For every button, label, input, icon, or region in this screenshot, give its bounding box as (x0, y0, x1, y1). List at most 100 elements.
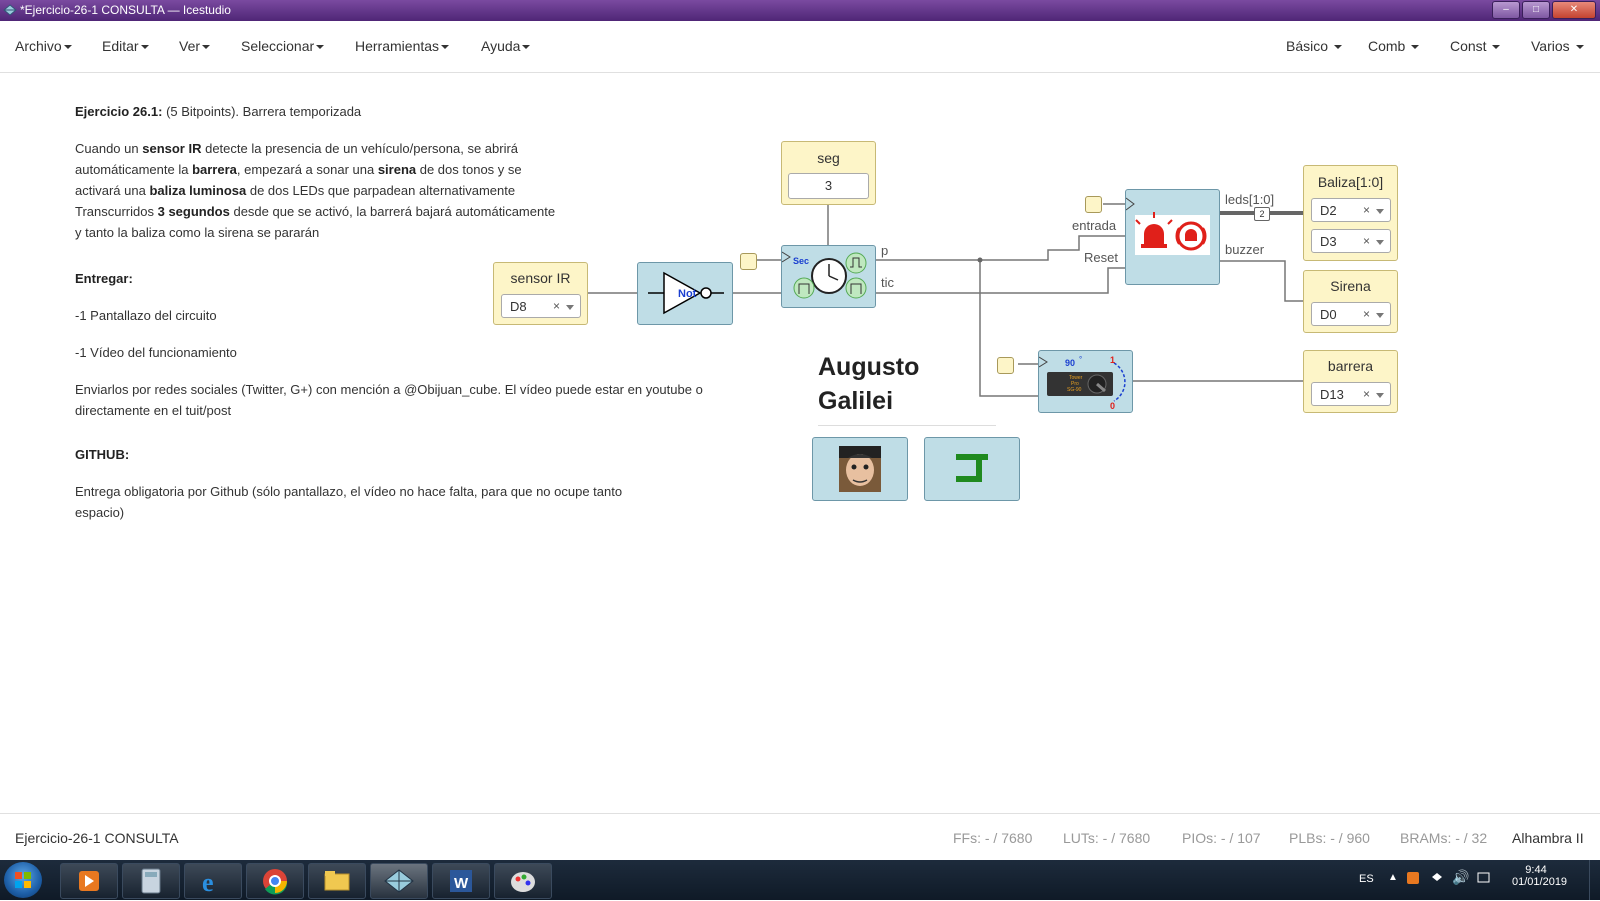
svg-text:0: 0 (1110, 401, 1115, 411)
alarm-out-buzzer-label: buzzer (1225, 242, 1265, 257)
bus-width-badge: 2 (1254, 207, 1270, 221)
wire-p-servo (979, 260, 1038, 397)
windows-taskbar: e W ES ▲ 🔊 9:44 01/01/2019 (0, 860, 1600, 900)
sirena-label: Sirena (1330, 278, 1371, 294)
logo-icon (956, 454, 988, 482)
pin-value: D8 (510, 299, 527, 314)
wires-layer (588, 203, 1303, 397)
servo-icon: 90 ° Tower Pro SG-90 1 0 (1039, 355, 1126, 411)
clear-icon[interactable]: × (1363, 234, 1370, 248)
timer-block[interactable]: Sec (781, 245, 876, 308)
author-last-name: Galilei (818, 387, 894, 415)
alarm-block[interactable] (1125, 189, 1220, 285)
luts-usage: LUTs: - / 7680 (1063, 830, 1151, 846)
author-photo-block[interactable] (812, 437, 908, 501)
word-icon[interactable]: W (432, 863, 490, 899)
project-name: Ejercicio-26-1 CONSULTA (15, 830, 179, 846)
pin-value: D3 (1320, 234, 1337, 249)
dropdown-arrow-icon (1376, 313, 1384, 318)
windows-logo-icon (15, 872, 31, 888)
wire-junction (977, 257, 983, 263)
output-barrera[interactable]: barrera D13 × (1303, 350, 1398, 413)
alarm-clock-note[interactable] (1085, 196, 1102, 213)
sensor-label: sensor IR (510, 270, 571, 286)
barrera-pin-select[interactable]: D13 × (1311, 382, 1391, 406)
clear-icon[interactable]: × (1363, 203, 1370, 217)
clear-icon[interactable]: × (553, 299, 560, 313)
svg-text:W: W (454, 875, 469, 892)
action-center-icon[interactable] (1476, 871, 1490, 888)
alarm-in-reset-label: Reset (1084, 250, 1118, 265)
pios-usage: PIOs: - / 107 (1182, 830, 1261, 846)
baliza-pin0-select[interactable]: D2 × (1311, 198, 1391, 222)
seg-value-input[interactable]: 3 (788, 173, 869, 199)
baliza-pin1-select[interactable]: D3 × (1311, 229, 1391, 253)
baliza-label: Baliza[1:0] (1317, 174, 1384, 190)
clear-icon[interactable]: × (1363, 307, 1370, 321)
language-indicator[interactable]: ES (1359, 873, 1374, 885)
wire-buzzer-sirena (1220, 260, 1303, 302)
svg-text:°: ° (1079, 355, 1082, 364)
svg-text:SG-90: SG-90 (1067, 387, 1082, 393)
servo-block[interactable]: 90 ° Tower Pro SG-90 1 0 (1038, 350, 1133, 413)
brams-usage: BRAMs: - / 32 (1400, 830, 1488, 846)
dropdown-arrow-icon (1376, 209, 1384, 214)
wire-tic-reset (876, 267, 1125, 294)
author-first-name: Augusto (818, 353, 920, 381)
show-hidden-icons-icon[interactable]: ▲ (1388, 872, 1398, 883)
pin-value: D13 (1320, 387, 1344, 402)
dropbox-icon[interactable] (1430, 871, 1444, 888)
show-desktop-button[interactable] (1589, 860, 1600, 900)
plbs-usage: PLBs: - / 960 (1289, 830, 1370, 846)
pin-value: D0 (1320, 307, 1337, 322)
output-sirena[interactable]: Sirena D0 × (1303, 270, 1398, 333)
dropdown-arrow-icon (566, 305, 574, 310)
paint-icon[interactable] (494, 863, 552, 899)
svg-text:1: 1 (1110, 355, 1115, 365)
icestudio-icon[interactable] (370, 863, 428, 899)
sensor-pin-select[interactable]: D8 × (501, 294, 581, 318)
statusbar: Ejercicio-26-1 CONSULTA FFs: - / 7680 LU… (0, 813, 1600, 861)
tray-app-icon[interactable] (1406, 871, 1420, 888)
clock[interactable]: 9:44 01/01/2019 (1512, 864, 1568, 888)
const-seg[interactable]: seg 3 (781, 141, 876, 205)
clock-input-note[interactable] (740, 253, 757, 270)
board-name: Alhambra II (1512, 830, 1584, 846)
timer-out-tic-label: tic (881, 275, 894, 290)
timer-icon: Sec (782, 251, 867, 299)
not-gate-label: Not (678, 288, 697, 300)
alarm-in-entrada-label: entrada (1072, 218, 1117, 233)
svg-text:e: e (202, 868, 214, 897)
internet-explorer-icon[interactable]: e (184, 863, 242, 899)
logo-block[interactable] (924, 437, 1020, 501)
file-explorer-icon[interactable] (308, 863, 366, 899)
servo-clock-note[interactable] (997, 357, 1014, 374)
seg-label: seg (817, 150, 840, 166)
author-name: Augusto Galilei (818, 350, 919, 418)
barrera-label: barrera (1327, 358, 1374, 374)
not-gate-block[interactable]: Not (637, 262, 733, 325)
start-button[interactable] (4, 862, 42, 898)
alarm-icon (1126, 197, 1210, 255)
sirena-pin-select[interactable]: D0 × (1311, 302, 1391, 326)
clear-icon[interactable]: × (1363, 387, 1370, 401)
calculator-icon[interactable] (122, 863, 180, 899)
clock-date: 01/01/2019 (1512, 876, 1568, 888)
alarm-out-leds-label: leds[1:0] (1225, 192, 1275, 207)
input-sensor-ir[interactable]: sensor IR D8 × (493, 262, 588, 325)
dropdown-arrow-icon (1376, 240, 1384, 245)
volume-icon[interactable]: 🔊 (1452, 869, 1469, 886)
chrome-icon[interactable] (246, 863, 304, 899)
not-gate-icon: Not (648, 271, 724, 315)
pin-value: D2 (1320, 203, 1337, 218)
author-photo-icon (839, 446, 881, 492)
svg-text:90: 90 (1065, 358, 1075, 368)
ffs-usage: FFs: - / 7680 (953, 830, 1033, 846)
clock-time: 9:44 (1525, 864, 1547, 876)
output-baliza[interactable]: Baliza[1:0] D2 × D3 × (1303, 165, 1398, 261)
dropdown-arrow-icon (1376, 393, 1384, 398)
media-player-icon[interactable] (60, 863, 118, 899)
timer-out-p-label: p (881, 243, 889, 258)
author-divider (818, 425, 996, 426)
timer-sec-label: Sec (793, 256, 809, 266)
